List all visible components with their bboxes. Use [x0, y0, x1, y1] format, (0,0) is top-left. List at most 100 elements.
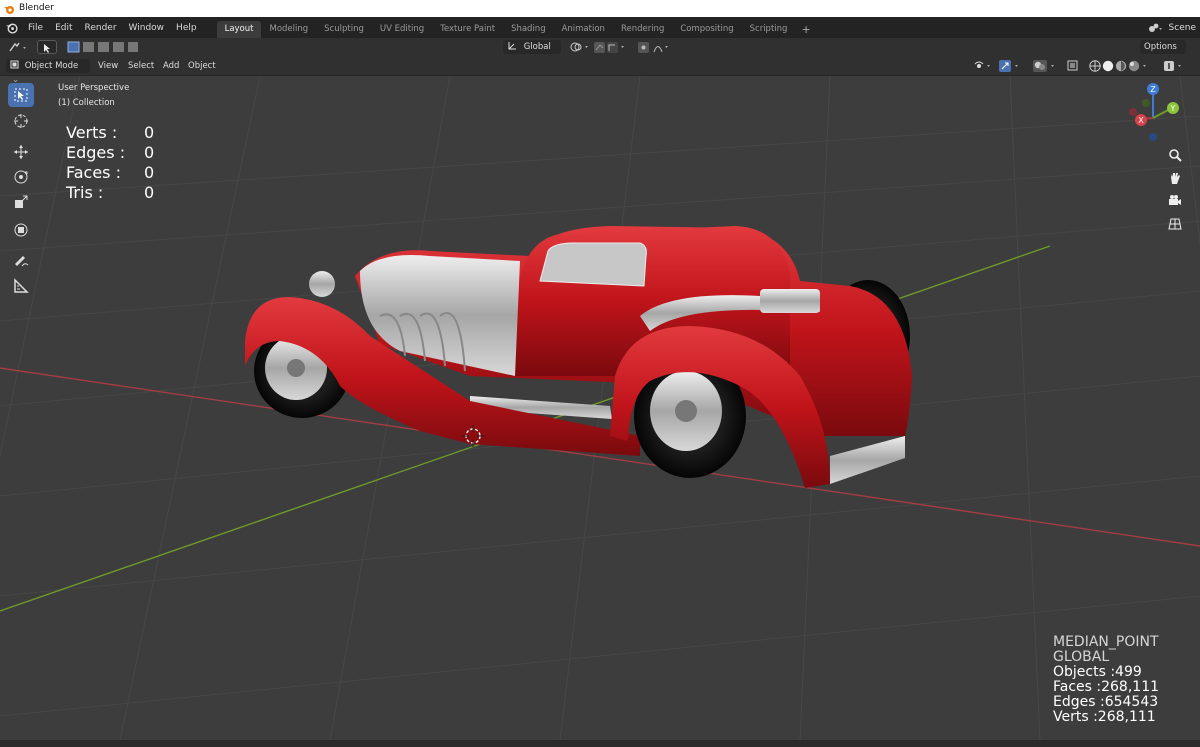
gizmo-x-label: X [1138, 116, 1144, 125]
viewport-shading-icons[interactable] [972, 59, 1190, 73]
menu-file[interactable]: File [22, 23, 49, 33]
window-title: Blender [19, 3, 54, 13]
stat-verts: Verts : 0 [66, 123, 154, 143]
menu-select[interactable]: Select [124, 59, 158, 73]
scale-icon [15, 195, 28, 208]
options-label: Options [1144, 42, 1177, 52]
rear-bumper [830, 436, 905, 484]
zoom-magnifier-icon [1169, 149, 1182, 162]
rotate-tool[interactable] [8, 165, 34, 189]
camera-icon [1169, 195, 1181, 205]
tab-layout[interactable]: Layout [216, 21, 262, 38]
move-icon [14, 145, 28, 159]
stat-faces: Faces : 0 [66, 163, 154, 183]
viewport-header: Object Mode ⌄ View Select Add Object [0, 57, 1200, 85]
select-box-icon [14, 88, 28, 102]
tab-compositing[interactable]: Compositing [672, 21, 741, 38]
blender-logo-icon [4, 5, 14, 14]
tab-sculpting[interactable]: Sculpting [316, 21, 372, 38]
menu-render[interactable]: Render [79, 23, 123, 33]
add-workspace-button[interactable]: + [795, 21, 816, 38]
top-bar: File Edit Render Window Help Layout Mode… [0, 17, 1200, 38]
stat-value: 0 [144, 183, 155, 202]
camera-view-button[interactable] [1165, 191, 1185, 211]
stat-tris: Tris : 0 [66, 183, 154, 203]
zoom-button[interactable] [1165, 145, 1185, 165]
scene-info-overlay: MEDIAN_POINT GLOBAL Objects :499 Faces :… [1053, 635, 1159, 725]
transform-tool[interactable] [8, 218, 34, 242]
mesh-stats-overlay: Verts : 0 Edges : 0 Faces : 0 Tris : 0 [66, 123, 154, 203]
stat-label: Edges : [66, 143, 126, 162]
scale-tool[interactable] [8, 190, 34, 214]
pan-button[interactable] [1165, 168, 1185, 188]
move-tool[interactable] [8, 140, 34, 164]
stat-label: Tris : [66, 183, 104, 202]
stat-value: 0 [144, 143, 155, 162]
mode-dropdown[interactable]: Object Mode ⌄ [6, 59, 90, 85]
verts-count: Verts :268,111 [1053, 709, 1156, 725]
stat-value: 0 [144, 163, 155, 182]
navigation-gizmo[interactable]: Z Y X [1129, 83, 1179, 141]
objects-count: Objects :499 [1053, 664, 1142, 680]
measure-tool[interactable] [8, 274, 34, 298]
perspective-toggle-button[interactable] [1165, 214, 1185, 234]
perspective-label: User Perspective [58, 83, 130, 93]
faces-count: Faces :268,111 [1053, 679, 1160, 695]
scene-label: Scene [1168, 22, 1196, 33]
gizmo-z-label: Z [1150, 85, 1156, 94]
cursor-icon [14, 114, 28, 128]
mode-label: Object Mode [24, 61, 79, 71]
gizmo-y-label: Y [1170, 104, 1176, 113]
stat-label: Verts : [66, 123, 118, 142]
car-model[interactable] [245, 226, 912, 488]
scene-selector[interactable]: Scene [1147, 17, 1196, 38]
orientation-icon [508, 42, 516, 50]
transform-orientation-value: Global [523, 42, 551, 52]
pivot-snap-proportional-icons[interactable] [568, 41, 678, 54]
headlight [309, 271, 335, 297]
workspace-tabs: Layout Modeling Sculpting UV Editing Tex… [216, 17, 817, 38]
pivot-point-label: MEDIAN_POINT [1053, 634, 1159, 650]
tab-animation[interactable]: Animation [554, 21, 613, 38]
edges-count: Edges :654543 [1053, 694, 1159, 710]
editor-type-icon[interactable] [8, 41, 30, 54]
tab-scripting[interactable]: Scripting [742, 21, 796, 38]
cursor-tool[interactable] [8, 109, 34, 133]
status-bar [0, 740, 1200, 747]
measure-ruler-icon [14, 278, 29, 293]
car-window [539, 242, 647, 287]
cursor-arrow-icon [44, 44, 50, 53]
menu-object[interactable]: Object [184, 59, 220, 73]
annotate-pen-icon [15, 256, 29, 267]
grid-perspective-icon [1168, 218, 1182, 230]
transform-icon [14, 223, 28, 237]
options-dropdown[interactable]: Options ⌄ [1140, 40, 1186, 66]
stat-value: 0 [144, 123, 155, 142]
menu-add[interactable]: Add [159, 59, 183, 73]
menu-view[interactable]: View [94, 59, 122, 73]
menu-window[interactable]: Window [123, 23, 171, 33]
hand-pan-icon [1171, 173, 1180, 184]
tab-modeling[interactable]: Modeling [261, 21, 316, 38]
tab-uv-editing[interactable]: UV Editing [372, 21, 432, 38]
tool-settings-header: Global ⌄ Options ⌄ [0, 38, 1200, 66]
select-tool-button[interactable] [37, 40, 57, 54]
scene-icon [1148, 23, 1162, 32]
viewport-3d[interactable]: Z Y X [0, 76, 1200, 740]
tab-shading[interactable]: Shading [503, 21, 554, 38]
blender-menu-icon[interactable] [5, 21, 18, 34]
rotate-icon [14, 170, 28, 184]
annotate-tool[interactable] [8, 248, 34, 272]
stat-edges: Edges : 0 [66, 143, 154, 163]
object-mode-icon [10, 60, 19, 69]
tab-texture-paint[interactable]: Texture Paint [432, 21, 503, 38]
select-box-tool[interactable] [8, 83, 34, 107]
menu-edit[interactable]: Edit [49, 23, 78, 33]
menu-help[interactable]: Help [170, 23, 203, 33]
selection-mode-icons[interactable] [67, 41, 139, 53]
stat-label: Faces : [66, 163, 121, 182]
collection-label: (1) Collection [58, 98, 115, 108]
transform-orientation-dropdown[interactable]: Global ⌄ [503, 40, 561, 66]
tab-rendering[interactable]: Rendering [613, 21, 672, 38]
window-titlebar: Blender [0, 0, 1200, 17]
